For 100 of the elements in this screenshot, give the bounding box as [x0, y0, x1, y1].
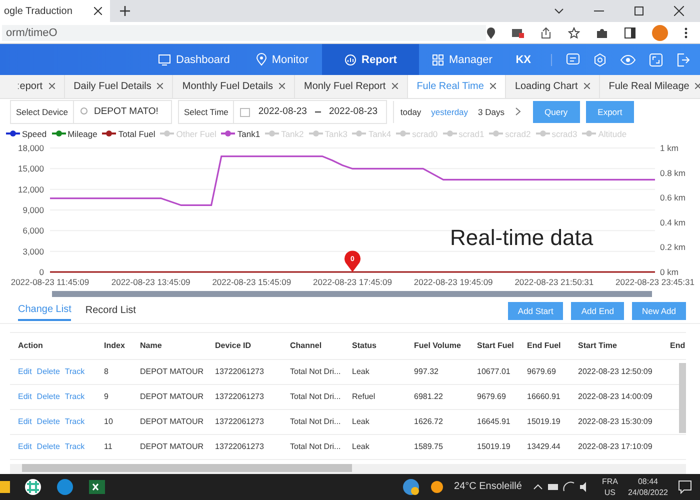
language-text[interactable]: FRA — [602, 476, 618, 487]
row-link[interactable]: Edit — [18, 442, 32, 452]
row-link[interactable]: Track — [64, 392, 85, 402]
profile-avatar[interactable] — [652, 24, 668, 41]
table-cell-text: 2022-08-23 12:50:09 — [577, 367, 654, 376]
range-link[interactable]: yesterday — [431, 106, 468, 117]
clock-time[interactable]: 08:44 — [638, 476, 658, 487]
close-icon[interactable] — [674, 6, 684, 16]
eye-icon[interactable] — [620, 52, 636, 67]
zoom-slider[interactable] — [52, 290, 652, 297]
weather-text[interactable]: 24°C Ensoleillé — [454, 481, 522, 492]
fullscreen-icon[interactable] — [649, 52, 663, 67]
table-cell-text: Total Not Dri... — [289, 392, 342, 402]
nav-tab[interactable]: Dashboard — [145, 44, 243, 76]
column-header: Name — [139, 341, 163, 350]
table-cell-text: Total Not Dri... — [289, 417, 342, 426]
table-cell-text: 997.32 — [413, 367, 440, 376]
row-link[interactable]: Track — [64, 442, 85, 452]
legend-item[interactable]: Speed — [6, 128, 47, 139]
logout-icon[interactable] — [676, 52, 690, 67]
page-tab[interactable]: Loading Chart — [514, 80, 578, 92]
action-button[interactable]: New Add — [632, 302, 686, 320]
table-cell-text: 1626.72 — [413, 417, 444, 426]
region-text[interactable]: US — [604, 486, 616, 498]
nav-tab[interactable]: Monitor — [242, 44, 322, 76]
table-cell-text: 15019.19 — [476, 442, 512, 452]
settings-icon[interactable] — [593, 52, 607, 67]
table-cell-text: DEPOT MATOUR — [139, 417, 205, 426]
scrollbar[interactable] — [679, 362, 686, 433]
list-tab[interactable]: Record List — [85, 301, 136, 320]
device-field[interactable]: DEPOT MATO! — [74, 106, 171, 118]
page-tab[interactable]: Daily Fuel Details — [74, 80, 152, 92]
legend-item[interactable]: Tank1 — [221, 128, 260, 139]
page-tab[interactable]: Fule Real Mileage — [608, 80, 690, 92]
table-cell-text: 13722061273 — [214, 392, 265, 402]
next-icon[interactable] — [514, 107, 520, 116]
more-icon[interactable] — [684, 26, 688, 39]
browser-tab[interactable]: ogle Traduction — [0, 0, 110, 22]
clock-date[interactable]: 24/08/2022 — [628, 486, 668, 498]
user-initials[interactable]: KX — [516, 54, 552, 66]
table-cell-text: DEPOT MATOUR — [139, 367, 205, 376]
nav-tab[interactable]: Manager — [418, 44, 506, 76]
star-icon[interactable] — [568, 26, 580, 39]
table-cell-text: DEPOT MATOUR — [139, 442, 205, 452]
table-cell-text: 13722061273 — [214, 417, 265, 426]
row-link[interactable]: Delete — [36, 417, 60, 426]
restore-icon[interactable] — [634, 6, 644, 16]
date-range-field[interactable]: 2022-08-23 2022-08-23 — [234, 106, 386, 118]
legend-item[interactable]: Total Fuel — [102, 128, 156, 139]
axis-label: 0 km — [660, 266, 678, 277]
message-icon[interactable] — [566, 52, 580, 67]
close-icon[interactable] — [94, 7, 102, 15]
table-cell-text: 11 — [103, 442, 114, 452]
pin-icon — [256, 53, 267, 66]
row-link[interactable]: Delete — [36, 392, 60, 402]
spreadsheet-icon[interactable] — [88, 478, 106, 496]
address-field[interactable]: orm/timeO — [2, 24, 486, 41]
camera-icon[interactable] — [512, 28, 524, 38]
calendar-icon — [240, 106, 250, 117]
range-link[interactable]: 3 Days — [478, 106, 504, 117]
axis-label: 2022-08-23 11:45:09 — [10, 276, 90, 287]
row-link[interactable]: Track — [64, 417, 85, 426]
action-button[interactable]: Add End — [571, 302, 624, 320]
row-link[interactable]: Delete — [36, 367, 60, 376]
list-tab[interactable]: Change List — [18, 300, 72, 322]
close-icon[interactable] — [490, 83, 496, 90]
monitor-icon — [158, 54, 171, 66]
row-link[interactable]: Edit — [18, 392, 32, 402]
row-link[interactable]: Track — [64, 367, 85, 376]
dash-icon — [314, 110, 321, 113]
axis-label: 9,000 — [22, 204, 44, 215]
legend-item[interactable]: Mileage — [52, 128, 98, 139]
new-tab-icon[interactable] — [120, 6, 130, 16]
page-tab[interactable]: Monthly Fuel Details — [182, 80, 273, 92]
row-link[interactable]: Edit — [18, 417, 32, 426]
action-button[interactable]: Add Start — [508, 302, 564, 320]
notification-icon[interactable] — [678, 480, 692, 494]
action-button[interactable]: Query — [532, 100, 580, 123]
page-tab[interactable]: ːeport — [17, 80, 43, 92]
axis-label: 2022-08-23 21:50:31 — [514, 276, 594, 287]
scrollbar[interactable] — [10, 464, 686, 474]
table-cell-text: 10677.01 — [476, 367, 512, 376]
action-button[interactable]: Export — [586, 100, 634, 123]
nav-tab[interactable]: Report — [322, 44, 419, 76]
axis-label: 1 km — [660, 142, 678, 153]
sidebar-icon[interactable] — [624, 26, 636, 39]
page-tab[interactable]: Monly Fuel Report — [304, 80, 386, 92]
table-cell-text: Leak — [351, 417, 370, 426]
axis-label: 0.4 km — [660, 217, 686, 228]
app-icon[interactable] — [24, 478, 42, 496]
row-link[interactable]: Edit — [18, 367, 32, 376]
help-icon[interactable] — [402, 478, 420, 496]
share-icon[interactable] — [540, 26, 552, 39]
table-cell-text: 13722061273 — [214, 367, 265, 376]
location-icon — [486, 26, 496, 39]
range-link[interactable]: today — [400, 106, 422, 117]
chevron-icon[interactable] — [554, 6, 564, 16]
table-cell-text: Total Not Dri... — [289, 442, 342, 452]
row-link[interactable]: Delete — [36, 442, 60, 452]
table-cell-text: 6981.22 — [413, 392, 444, 402]
